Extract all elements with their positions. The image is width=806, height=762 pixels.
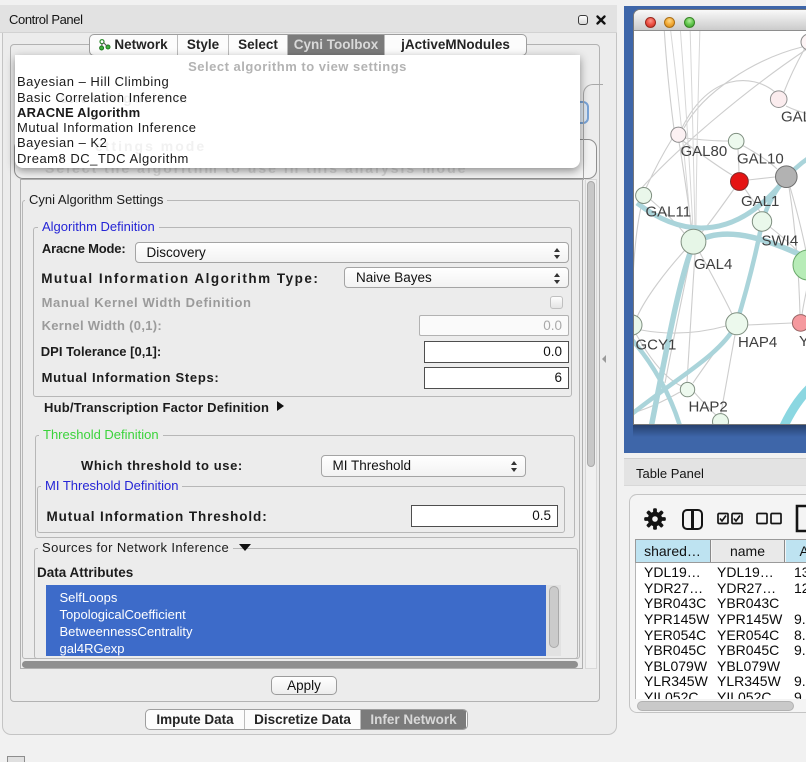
svg-text:HAP4: HAP4: [738, 334, 777, 351]
svg-text:GAL80: GAL80: [681, 143, 728, 160]
svg-text:GCY1: GCY1: [636, 337, 677, 354]
svg-text:Y: Y: [799, 333, 806, 350]
svg-text:GAL7: GAL7: [781, 109, 806, 126]
svg-text:GAL1: GAL1: [741, 193, 779, 210]
svg-text:HAP2: HAP2: [689, 399, 728, 416]
svg-text:SWI4: SWI4: [762, 233, 799, 250]
svg-text:GAL11: GAL11: [646, 204, 692, 221]
svg-text:GAL10: GAL10: [737, 151, 784, 168]
svg-text:GAL4: GAL4: [694, 256, 732, 273]
